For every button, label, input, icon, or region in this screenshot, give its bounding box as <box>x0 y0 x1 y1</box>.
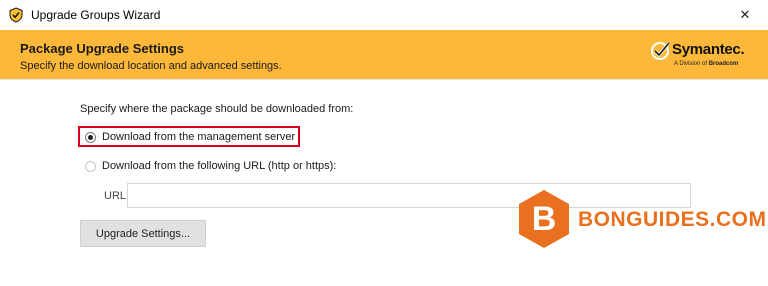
title-bar: Upgrade Groups Wizard ✕ <box>0 0 768 30</box>
window-title: Upgrade Groups Wizard <box>31 8 161 22</box>
checkmark-icon <box>650 40 672 65</box>
highlight-box <box>78 126 300 147</box>
page-subtitle: Specify the download location and advanc… <box>20 60 282 72</box>
logo-name: Symantec. <box>672 41 745 58</box>
logo-tagline: A Division of Broadcom <box>674 61 739 67</box>
shield-icon <box>8 7 24 23</box>
close-icon: ✕ <box>739 7 751 22</box>
radio-url[interactable] <box>85 160 96 172</box>
close-button[interactable]: ✕ <box>722 0 768 30</box>
wizard-header: Package Upgrade Settings Specify the dow… <box>0 30 768 79</box>
symantec-logo: Symantec. A Division of Broadcom <box>650 38 760 74</box>
bonguides-watermark: B BONGUIDES.COM <box>516 188 766 253</box>
header-divider <box>0 79 768 80</box>
watermark-text: BONGUIDES.COM <box>578 208 767 231</box>
url-label: URL: <box>104 190 130 202</box>
option-label: Download from the following URL (http or… <box>102 160 337 172</box>
download-prompt: Specify where the package should be down… <box>80 103 354 115</box>
page-title: Package Upgrade Settings <box>20 41 184 56</box>
upgrade-settings-button[interactable]: Upgrade Settings... <box>80 220 206 247</box>
watermark-letter: B <box>532 200 557 238</box>
option-url[interactable]: Download from the following URL (http or… <box>85 160 336 172</box>
hexagon-logo-icon: B <box>516 188 572 253</box>
